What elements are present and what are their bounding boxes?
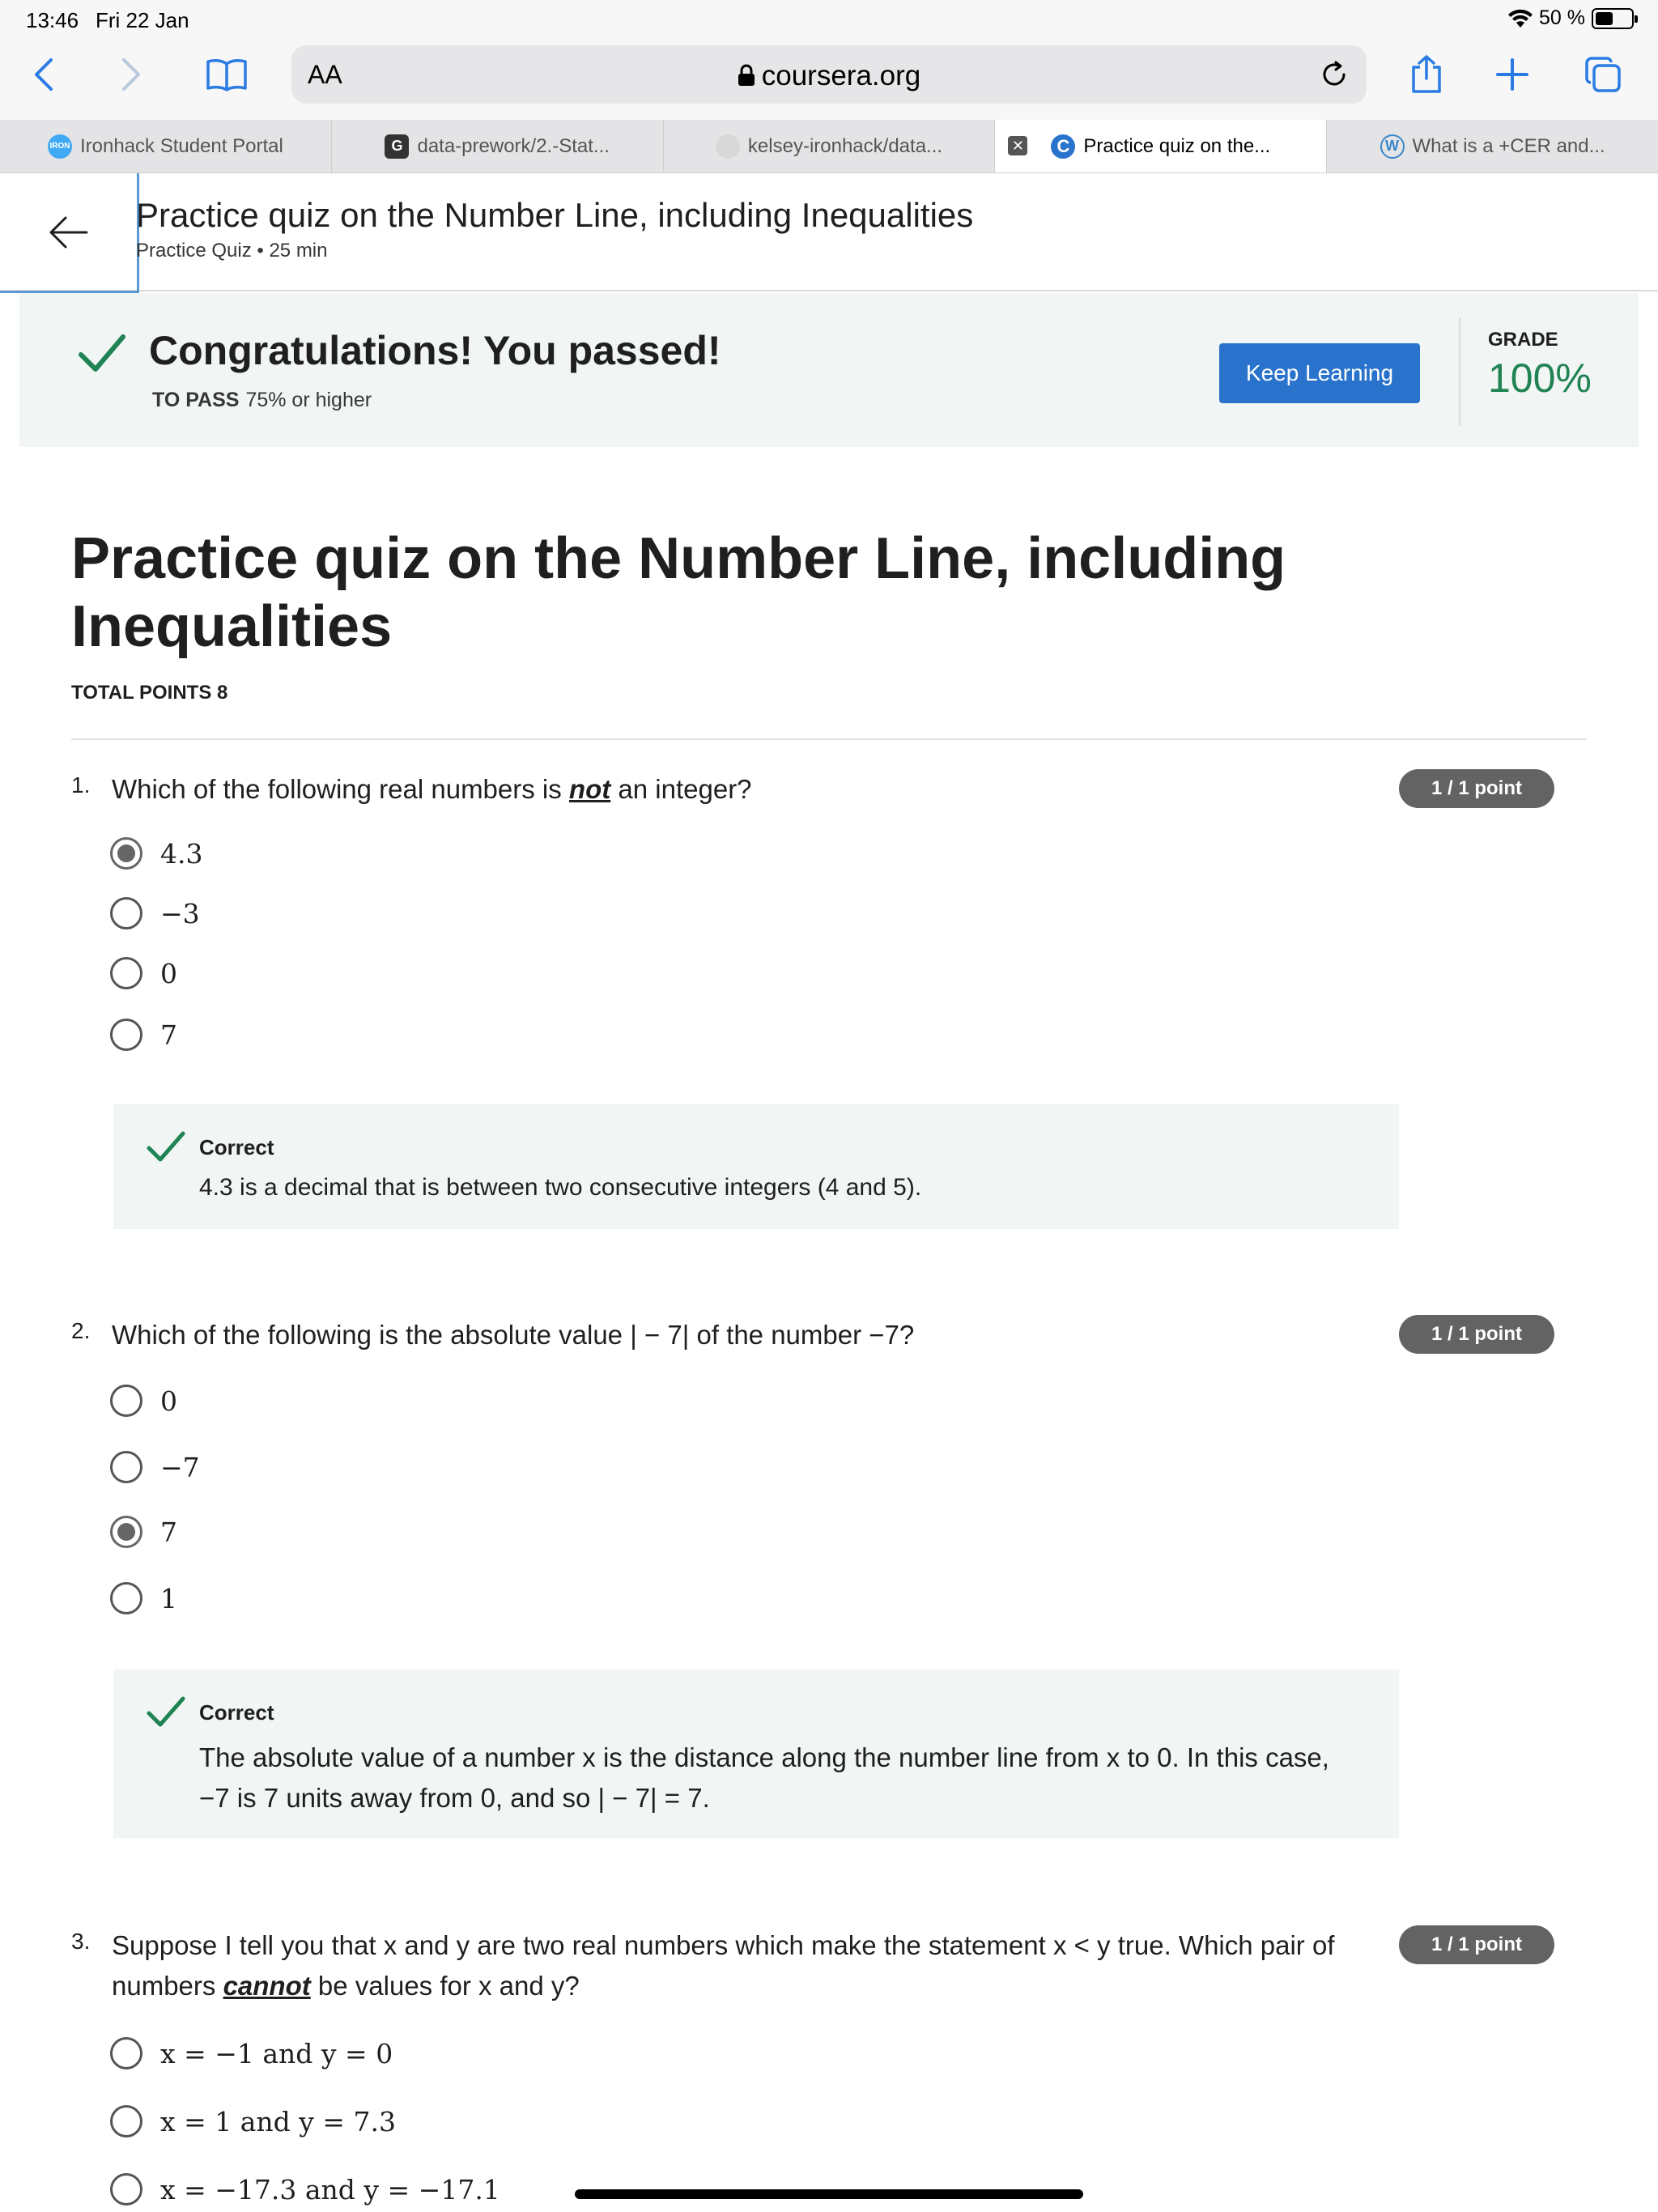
radio-button-selected[interactable] [110, 1516, 142, 1548]
tab-label: What is a +CER and... [1412, 134, 1605, 157]
passed-heading: Congratulations! You passed! [149, 328, 721, 373]
feedback-text-line-1: The absolute value of a number x is the … [199, 1742, 1329, 1772]
answer-option[interactable]: x = −1 and y = 0 [110, 2037, 393, 2069]
points-badge: 1 / 1 point [1399, 769, 1554, 808]
browser-toolbar: AA coursera.org [0, 39, 1658, 120]
url-text: coursera.org [761, 60, 921, 91]
answer-option[interactable]: 4.3 [110, 837, 202, 870]
emphasis-not: not [568, 774, 611, 804]
radio-button[interactable] [110, 2173, 142, 2206]
page-subtitle: Practice Quiz • 25 min [136, 240, 328, 262]
tab-data-prework[interactable]: G data-prework/2.-Stat... [332, 120, 664, 172]
question-text: Which of the following is the absolute v… [112, 1320, 915, 1350]
status-bar: 13:46 Fri 22 Jan 50 % [0, 0, 1658, 39]
coursera-icon: C [1051, 134, 1076, 159]
github-icon [715, 134, 740, 159]
to-pass-requirement: TO PASS 75% or higher [152, 389, 372, 412]
question-number: 3. [71, 1929, 91, 1954]
tab-label: Practice quiz on the... [1083, 134, 1271, 157]
url-display[interactable]: coursera.org [291, 60, 1367, 92]
tab-ironhack[interactable]: IRON Ironhack Student Portal [0, 120, 332, 172]
question-number: 1. [71, 772, 91, 798]
tabs-overview-icon[interactable] [1579, 50, 1627, 99]
answer-option[interactable]: 7 [110, 1516, 177, 1548]
back-arrow-icon [49, 216, 87, 248]
answer-option[interactable]: x = 1 and y = 7.3 [110, 2105, 396, 2138]
answer-option[interactable]: −7 [110, 1451, 200, 1483]
total-points: TOTAL POINTS 8 [71, 682, 228, 704]
wifi-icon [1508, 9, 1533, 28]
google-g-icon: G [385, 134, 410, 159]
share-icon[interactable] [1402, 50, 1451, 99]
page-title: Practice quiz on the Number Line, includ… [136, 196, 974, 234]
page-header: Practice quiz on the Number Line, includ… [0, 173, 1658, 293]
emphasis-cannot: cannot [223, 1971, 311, 2001]
to-pass-label: TO PASS [152, 389, 240, 411]
answer-option[interactable]: 0 [110, 957, 177, 989]
radio-button[interactable] [110, 1582, 142, 1614]
answer-option[interactable]: 0 [110, 1385, 177, 1417]
grade-label: GRADE [1488, 329, 1558, 351]
answer-option[interactable]: 1 [110, 1582, 177, 1614]
feedback-text: 4.3 is a decimal that is between two con… [199, 1174, 922, 1201]
status-right: 50 % [1508, 6, 1638, 30]
back-chevron-icon[interactable] [19, 50, 68, 99]
tab-bar: IRON Ironhack Student Portal G data-prew… [0, 120, 1658, 173]
lock-icon [738, 64, 755, 86]
radio-button[interactable] [110, 897, 142, 929]
bookmarks-book-icon[interactable] [202, 50, 251, 99]
answer-option[interactable]: 7 [110, 1019, 177, 1051]
question-text-line-2: numbers cannot be values for x and y? [112, 1971, 580, 2001]
battery-percent: 50 % [1539, 6, 1585, 29]
feedback-title: Correct [199, 1135, 274, 1159]
checkmark-icon [147, 1131, 185, 1162]
answer-option[interactable]: −3 [110, 897, 200, 929]
question-text: Which of the following real numbers is n… [112, 774, 752, 804]
radio-button[interactable] [110, 1451, 142, 1483]
to-pass-value: 75% or higher [245, 389, 372, 411]
feedback-text-line-2: −7 is 7 units away from 0, and so | − 7|… [199, 1783, 710, 1813]
tab-label: Ironhack Student Portal [79, 134, 283, 157]
close-tab-icon[interactable]: ✕ [1008, 136, 1028, 155]
radio-button[interactable] [110, 1019, 142, 1051]
radio-button[interactable] [110, 2105, 142, 2138]
new-tab-plus-icon[interactable] [1488, 50, 1537, 99]
status-date: Fri 22 Jan [96, 8, 189, 32]
forward-chevron-icon[interactable] [107, 50, 155, 99]
tab-label: data-prework/2.-Stat... [417, 134, 610, 157]
radio-button[interactable] [110, 957, 142, 989]
radio-button[interactable] [110, 1385, 142, 1417]
feedback-box: Correct 4.3 is a decimal that is between… [113, 1104, 1399, 1229]
status-time: 13:46 [26, 8, 79, 32]
address-bar[interactable]: AA coursera.org [291, 45, 1367, 104]
quiz-title: Practice quiz on the Number Line, includ… [71, 526, 1286, 659]
ironhack-icon: IRON [47, 134, 72, 159]
radio-button[interactable] [110, 2037, 142, 2069]
question-number: 2. [71, 1318, 91, 1343]
question-text-line-1: Suppose I tell you that x and y are two … [112, 1930, 1335, 1960]
keep-learning-button[interactable]: Keep Learning [1219, 343, 1420, 403]
tab-practice-quiz[interactable]: ✕ C Practice quiz on the... [995, 120, 1328, 172]
checkmark-icon [147, 1696, 185, 1727]
result-banner: Congratulations! You passed! TO PASS 75% … [19, 293, 1639, 447]
points-badge: 1 / 1 point [1399, 1925, 1554, 1964]
answer-option[interactable]: x = −17.3 and y = −17.1 [110, 2173, 500, 2206]
reload-icon[interactable] [1313, 53, 1355, 96]
checkmark-icon [79, 334, 125, 372]
feedback-title: Correct [199, 1700, 274, 1725]
battery-icon [1592, 7, 1638, 29]
divider [71, 738, 1587, 740]
grade-value: 100% [1488, 355, 1592, 401]
tab-label: kelsey-ironhack/data... [747, 134, 943, 157]
feedback-box: Correct The absolute value of a number x… [113, 1670, 1399, 1838]
wordpress-icon: W [1380, 134, 1405, 159]
radio-button-selected[interactable] [110, 837, 142, 870]
tab-github[interactable]: kelsey-ironhack/data... [664, 120, 996, 172]
back-button[interactable] [0, 173, 139, 293]
tab-cer[interactable]: W What is a +CER and... [1327, 120, 1658, 172]
points-badge: 1 / 1 point [1399, 1315, 1554, 1354]
home-indicator[interactable] [575, 2189, 1083, 2199]
divider [1459, 317, 1460, 426]
